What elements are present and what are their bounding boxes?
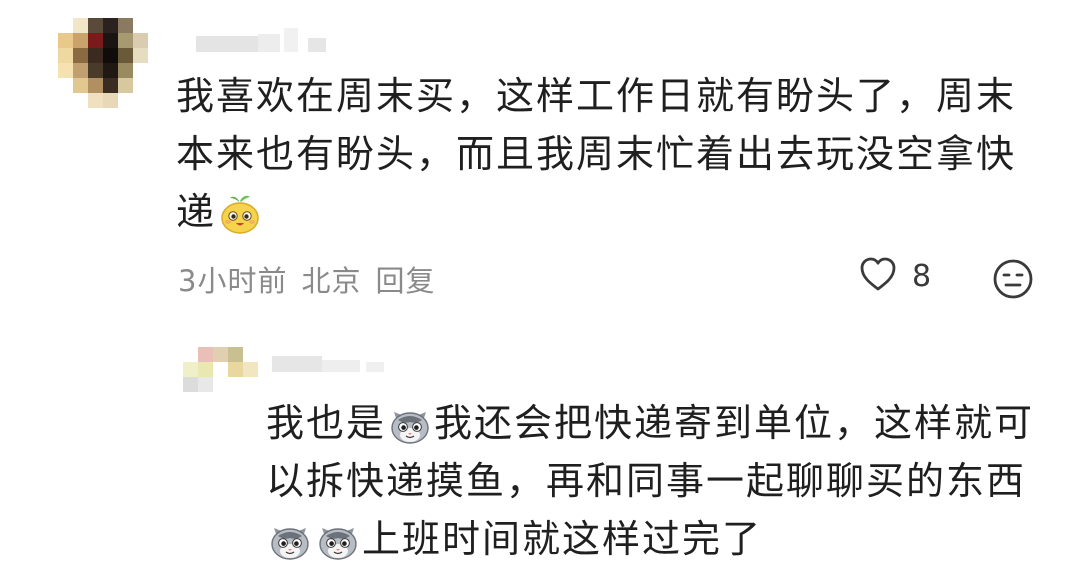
avatar-mosaic-tile — [198, 347, 213, 362]
reply-text-segment: 我还会把快递寄到单位，这样就可 — [434, 401, 1035, 445]
avatar-mosaic-tile — [88, 78, 103, 93]
avatar-mosaic-tile — [58, 78, 73, 93]
avatar-mosaic-tile — [103, 63, 118, 78]
avatar-mosaic-tile — [243, 347, 258, 362]
avatar-mosaic-tile — [228, 362, 243, 377]
comment-line: 本来也有盼头，而且我周末忙着出去玩没空拿快 — [176, 132, 1017, 176]
reply-text-segment: 上班时间就这样过完了 — [362, 517, 763, 561]
reply-avatar[interactable] — [183, 347, 258, 407]
avatar-mosaic-tile — [198, 377, 213, 392]
avatar-mosaic-tile — [73, 63, 88, 78]
avatar-mosaic-tile — [103, 33, 118, 48]
avatar-mosaic-tile — [118, 18, 133, 33]
like-count: 8 — [912, 258, 932, 294]
heart-icon — [858, 256, 898, 296]
avatar-mosaic-tile — [183, 392, 198, 407]
dislike-face-icon[interactable] — [992, 258, 1034, 304]
avatar-mosaic-tile — [88, 48, 103, 63]
avatar-mosaic-tile — [73, 18, 88, 33]
avatar-mosaic-tile — [133, 48, 148, 63]
avatar-mosaic-tile — [198, 362, 213, 377]
avatar-mosaic-tile — [58, 93, 73, 108]
avatar-mosaic-tile — [243, 377, 258, 392]
avatar-mosaic-tile — [213, 347, 228, 362]
avatar-mosaic-tile — [103, 48, 118, 63]
avatar-mosaic-tile — [118, 48, 133, 63]
reply-text-segment: 我也是 — [266, 401, 387, 445]
avatar-mosaic-tile — [183, 377, 198, 392]
avatar-mosaic-tile — [133, 63, 148, 78]
avatar-mosaic-tile — [133, 18, 148, 33]
avatar-mosaic-tile — [88, 63, 103, 78]
avatar-mosaic-tile — [103, 18, 118, 33]
avatar-mosaic-tile — [88, 33, 103, 48]
avatar-mosaic-tile — [133, 33, 148, 48]
reply-line: 上班时间就这样过完了 — [266, 510, 1046, 568]
comment-line-text: 递 — [176, 190, 217, 234]
comment-line-last: 递 — [176, 183, 1036, 241]
avatar[interactable] — [58, 18, 148, 108]
avatar-mosaic-tile — [58, 48, 73, 63]
avatar-mosaic-tile — [133, 78, 148, 93]
avatar-mosaic-tile — [198, 392, 213, 407]
avatar-mosaic-tile — [58, 33, 73, 48]
cat-face-emoji-icon — [388, 402, 432, 446]
avatar-mosaic-tile — [133, 93, 148, 108]
avatar-mosaic-tile — [228, 347, 243, 362]
avatar-mosaic-tile — [118, 63, 133, 78]
avatar-mosaic-tile — [118, 78, 133, 93]
reply-link[interactable]: 回复 — [375, 264, 435, 298]
avatar-mosaic-tile — [118, 93, 133, 108]
avatar-mosaic-tile — [213, 362, 228, 377]
comment-body: 我喜欢在周末买，这样工作日就有盼头了，周末 本来也有盼头，而且我周末忙着出去玩没… — [176, 67, 1036, 241]
reply-body: 我也是 我还会把快递寄到单位，这样就可 以拆快递摸鱼，再和同事一起聊聊买的东西 … — [266, 394, 1046, 568]
avatar-mosaic-tile — [118, 33, 133, 48]
reply-line: 以拆快递摸鱼，再和同事一起聊聊买的东西 — [266, 459, 1027, 503]
reply-username-blurred[interactable] — [272, 352, 392, 378]
comment-meta: 3小时前 北京 回复 — [178, 258, 449, 300]
comment-location: 北京 — [301, 264, 362, 298]
avatar-mosaic-tile — [73, 93, 88, 108]
avatar-mosaic-tile — [183, 347, 198, 362]
cat-face-emoji-icon — [316, 518, 360, 562]
sprout-face-emoji-icon — [218, 191, 262, 235]
avatar-mosaic-tile — [228, 377, 243, 392]
comment-line: 我喜欢在周末买，这样工作日就有盼头了，周末 — [176, 74, 1017, 118]
avatar-mosaic-tile — [88, 18, 103, 33]
avatar-mosaic-tile — [58, 18, 73, 33]
avatar-mosaic-tile — [73, 33, 88, 48]
avatar-mosaic-tile — [58, 63, 73, 78]
avatar-mosaic-tile — [73, 48, 88, 63]
cat-face-emoji-icon — [268, 518, 312, 562]
like-button[interactable]: 8 — [858, 256, 931, 296]
comment-time: 3小时前 — [178, 264, 288, 298]
reply-line: 我也是 我还会把快递寄到单位，这样就可 — [266, 394, 1046, 452]
avatar-mosaic-tile — [213, 392, 228, 407]
avatar-mosaic-tile — [243, 392, 258, 407]
avatar-mosaic-tile — [228, 392, 243, 407]
username-blurred[interactable] — [196, 28, 336, 58]
comment-thread: 我喜欢在周末买，这样工作日就有盼头了，周末 本来也有盼头，而且我周末忙着出去玩没… — [0, 0, 1080, 583]
avatar-mosaic-tile — [103, 93, 118, 108]
avatar-mosaic-tile — [73, 78, 88, 93]
avatar-mosaic-tile — [103, 78, 118, 93]
avatar-mosaic-tile — [213, 377, 228, 392]
avatar-mosaic-tile — [183, 362, 198, 377]
avatar-mosaic-tile — [243, 362, 258, 377]
avatar-mosaic-tile — [88, 93, 103, 108]
